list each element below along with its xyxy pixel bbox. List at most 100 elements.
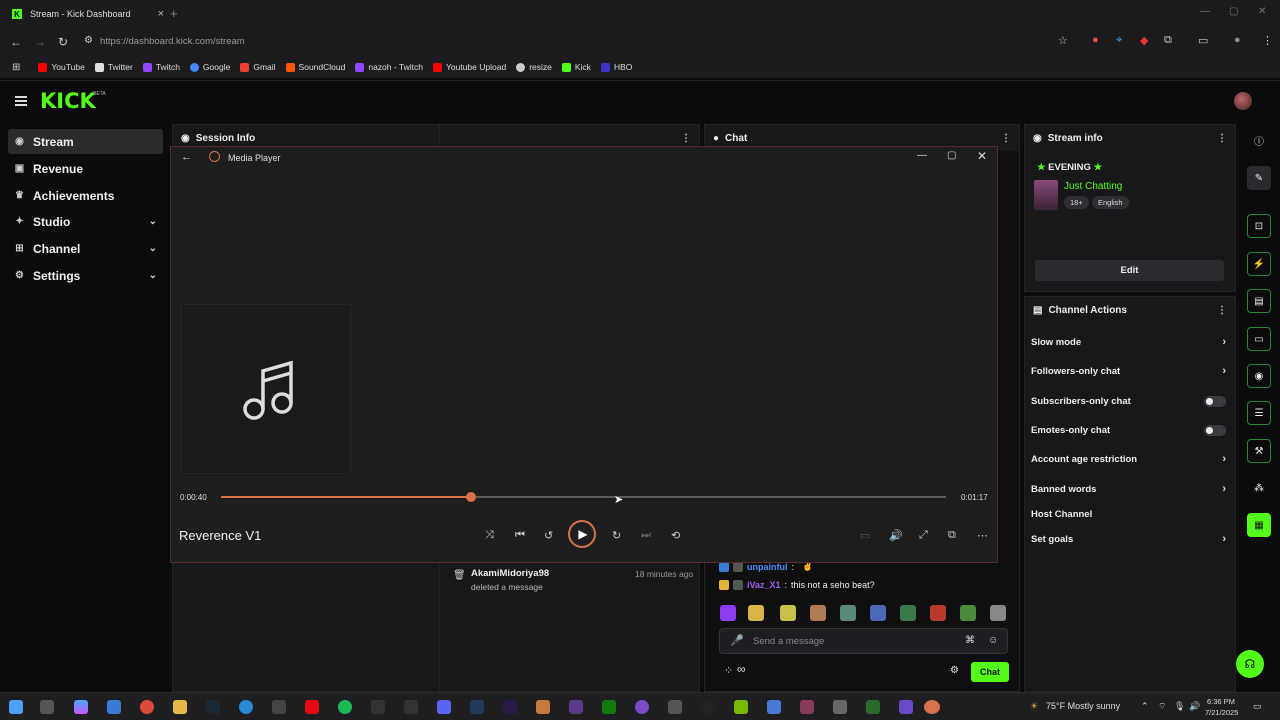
new-tab-button[interactable]: +	[170, 6, 178, 21]
premiere-icon[interactable]	[503, 700, 517, 714]
app-icon[interactable]	[899, 700, 913, 714]
chrome-icon[interactable]	[140, 700, 154, 714]
more-options-icon[interactable]: ⋮	[1217, 133, 1227, 144]
layout-icon[interactable]: ☰	[1247, 401, 1271, 425]
maximize-icon[interactable]: ▢	[1229, 6, 1238, 17]
extension-icon[interactable]: ●	[1092, 34, 1099, 46]
app-icon[interactable]	[371, 700, 385, 714]
kick-logo[interactable]: KICK	[40, 89, 96, 113]
side-panel-icon[interactable]: ▭	[1198, 34, 1208, 47]
clapper-icon[interactable]: ▦	[1247, 513, 1271, 537]
bookmark-youtube[interactable]: YouTube	[38, 62, 85, 72]
microphone-icon[interactable]: 🎤	[730, 634, 744, 647]
emote-icon[interactable]	[960, 605, 976, 621]
mic-icon[interactable]: 🎙	[1174, 701, 1185, 712]
chat-points-icon[interactable]: ⁘	[724, 664, 733, 677]
profile-icon[interactable]: ●	[1234, 34, 1241, 46]
xbox-icon[interactable]	[602, 700, 616, 714]
mini-player-icon[interactable]: ⧉	[948, 529, 956, 542]
bookmark-nazoh-twitch[interactable]: nazoh - Twitch	[355, 62, 423, 72]
browser-menu-icon[interactable]: ⋮	[1262, 34, 1273, 47]
emote-heart-icon[interactable]	[720, 605, 736, 621]
media-player-taskbar-icon[interactable]	[924, 700, 940, 714]
extensions-puzzle-icon[interactable]: ⧉	[1164, 34, 1172, 47]
emote-icon[interactable]	[840, 605, 856, 621]
app-icon[interactable]	[536, 700, 550, 714]
action-slow-mode[interactable]: Slow mode ›	[1031, 334, 1226, 350]
category-link[interactable]: Just Chatting	[1064, 181, 1122, 192]
subscribers-only-toggle[interactable]	[1204, 395, 1226, 407]
action-followers-only[interactable]: Followers-only chat ›	[1031, 363, 1226, 379]
obs-icon[interactable]	[272, 700, 286, 714]
menu-hamburger-icon[interactable]	[15, 96, 27, 106]
chat-input[interactable]: 🎤 Send a message ⌘ ☺	[719, 628, 1008, 654]
emote-icon[interactable]	[990, 605, 1006, 621]
reload-icon[interactable]: ↻	[58, 35, 68, 49]
sidebar-item-achievements[interactable]: ♛ Achievements	[8, 183, 163, 208]
close-tab-icon[interactable]: ×	[158, 8, 164, 20]
copilot-icon[interactable]	[74, 700, 88, 714]
chat-username[interactable]: unpainful	[747, 562, 788, 572]
sidebar-item-stream[interactable]: ◉ Stream	[8, 129, 163, 154]
avatar[interactable]	[1234, 92, 1252, 110]
emote-icon[interactable]	[870, 605, 886, 621]
edge-icon[interactable]	[239, 700, 253, 714]
wrench-icon[interactable]: ⚒	[1247, 439, 1271, 463]
apps-grid-icon[interactable]: ⊞	[12, 62, 20, 73]
chat-settings-icon[interactable]: ⚙	[950, 665, 959, 676]
translate-extension-icon[interactable]: ⌖	[1116, 34, 1122, 47]
speaker-icon[interactable]: 🔊	[1189, 701, 1200, 712]
tray-overflow-icon[interactable]: ⌃	[1141, 701, 1149, 712]
seek-handle[interactable]	[466, 492, 477, 502]
bookmark-resize[interactable]: resize	[516, 62, 552, 72]
windows-start-icon[interactable]	[9, 700, 23, 714]
nodes-icon[interactable]: ⁂	[1247, 476, 1271, 500]
notifications-icon[interactable]: ▭	[1253, 701, 1262, 712]
capcut-icon[interactable]	[701, 700, 715, 714]
steam-icon[interactable]	[206, 700, 220, 714]
app-icon[interactable]	[635, 700, 649, 714]
bookmark-youtube-upload[interactable]: Youtube Upload	[433, 62, 506, 72]
emote-icon[interactable]	[748, 605, 764, 621]
bookmark-soundcloud[interactable]: SoundCloud	[285, 62, 345, 72]
spotify-icon[interactable]	[338, 700, 352, 714]
emote-icon[interactable]	[810, 605, 826, 621]
app-icon[interactable]	[833, 700, 847, 714]
action-set-goals[interactable]: Set goals ›	[1031, 531, 1226, 547]
app-icon[interactable]	[800, 700, 814, 714]
more-options-icon[interactable]: ⋮	[1001, 133, 1011, 144]
photoshop-icon[interactable]	[470, 700, 484, 714]
fullscreen-icon[interactable]: ⤢	[919, 529, 928, 542]
bookmark-gmail[interactable]: Gmail	[240, 62, 276, 72]
bookmark-kick[interactable]: Kick	[561, 62, 591, 72]
action-account-age[interactable]: Account age restriction ›	[1031, 451, 1226, 467]
bookmark-google[interactable]: Google	[189, 62, 230, 72]
bookmark-hbo[interactable]: HBO	[600, 62, 632, 72]
captions-icon[interactable]: ▭	[860, 529, 870, 542]
pencil-icon[interactable]: ✎	[1247, 166, 1271, 190]
minimize-icon[interactable]: —	[917, 150, 927, 161]
seek-bar[interactable]	[221, 492, 946, 502]
info-icon[interactable]: ⓘ	[1247, 128, 1271, 152]
chat-username[interactable]: iVaz_X1	[747, 580, 781, 590]
extension-icon[interactable]: ◆	[1140, 34, 1148, 47]
sidebar-item-settings[interactable]: ⚙ Settings ⌄	[8, 263, 163, 288]
previous-track-icon[interactable]: ⏮	[515, 529, 525, 542]
back-icon[interactable]: ←	[181, 151, 192, 163]
emote-icon[interactable]	[780, 605, 796, 621]
more-options-icon[interactable]: ⋮	[1217, 305, 1227, 316]
sidebar-item-studio[interactable]: ✦ Studio ⌄	[8, 209, 163, 234]
netflix-icon[interactable]	[305, 700, 319, 714]
discord-icon[interactable]	[437, 700, 451, 714]
site-info-icon[interactable]: ⚙	[84, 35, 93, 46]
bookmark-star-icon[interactable]: ☆	[1058, 34, 1068, 47]
maximize-icon[interactable]: ▢	[947, 150, 956, 161]
action-host-channel[interactable]: Host Channel	[1031, 506, 1226, 522]
emoji-icon[interactable]: ☺	[988, 635, 998, 646]
bookmark-twitch[interactable]: Twitch	[142, 62, 180, 72]
weather-text[interactable]: 75°F Mostly sunny	[1046, 701, 1120, 711]
screen-capture-icon[interactable]: ⊡	[1247, 214, 1271, 238]
app-icon[interactable]	[668, 700, 682, 714]
network-icon[interactable]: ⌔	[1158, 701, 1166, 712]
send-chat-button[interactable]: Chat	[971, 662, 1009, 682]
